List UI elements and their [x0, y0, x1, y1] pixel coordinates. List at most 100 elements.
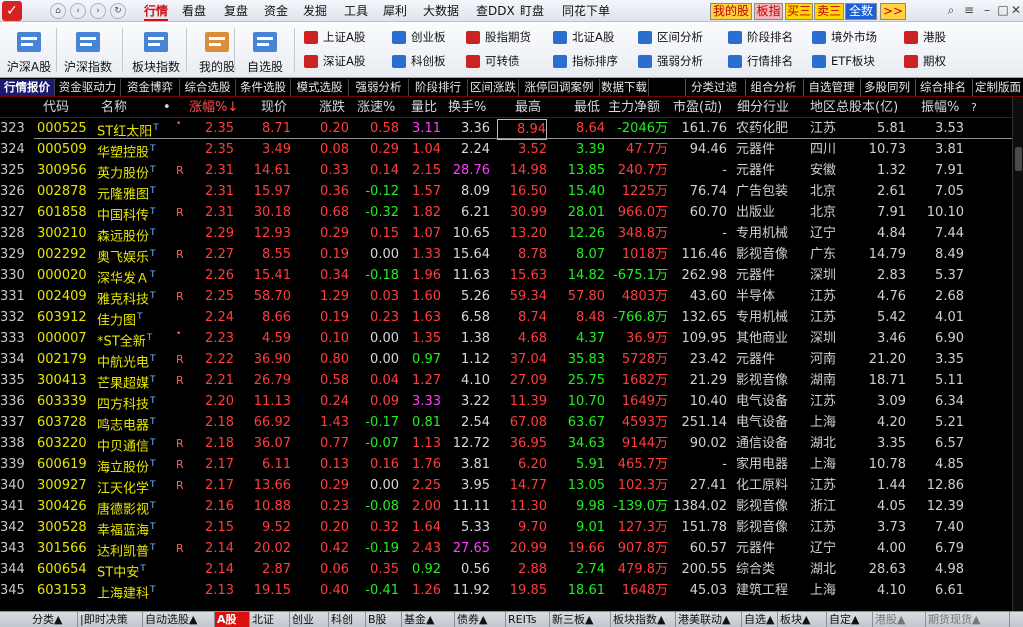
toolbar-tool-4[interactable]: 自选股: [238, 24, 292, 76]
stock-code[interactable]: 000007: [37, 329, 95, 348]
stock-name[interactable]: 华塑控股T: [97, 140, 167, 162]
table-row[interactable]: 329 002292 奥飞娱乐T R 2.27 8.55 0.19 0.00 1.33 15.64…: [0, 244, 1012, 265]
scrollbar-thumb[interactable]: [1015, 147, 1022, 171]
toolbar-item-4-1[interactable]: 强弱分析: [638, 52, 703, 71]
stock-code[interactable]: 000525: [37, 119, 95, 138]
table-row[interactable]: 328 300210 森远股份T 2.29 12.93 0.29 0.15 1.07 10.65…: [0, 223, 1012, 244]
stock-code[interactable]: 300413: [37, 371, 95, 390]
function-tab-right-0[interactable]: 分类过滤: [685, 79, 742, 96]
sheet-tab-1[interactable]: |即时决策: [78, 612, 143, 627]
menu-item-7[interactable]: 大数据: [423, 3, 459, 19]
table-row[interactable]: 327 601858 中国科传T R 2.31 30.18 0.68 -0.32 1.82 6.2…: [0, 202, 1012, 223]
table-row[interactable]: 340 300927 江天化学T R 2.17 13.66 0.29 0.00 2.25 3.95…: [0, 475, 1012, 496]
stock-name[interactable]: 唐德影视T: [97, 497, 167, 519]
stock-code[interactable]: 603220: [37, 434, 95, 453]
table-row[interactable]: 345 603153 上海建科T 2.13 19.15 0.40 -0.41 1.26 11.9…: [0, 580, 1012, 601]
toolbar-tool-0[interactable]: 沪深A股: [2, 24, 56, 76]
stock-name[interactable]: 元隆雅图T: [97, 182, 167, 204]
app-logo-icon[interactable]: ✓: [2, 1, 22, 21]
sheet-tab-9[interactable]: 债券▲: [455, 612, 506, 627]
table-row[interactable]: 323 000525 ST红太阳T • 2.35 8.71 0.20 0.58 3.11 3.36…: [0, 118, 1012, 140]
header-diff[interactable]: 涨跌: [319, 99, 345, 116]
table-row[interactable]: 342 300528 幸福蓝海T 2.15 9.52 0.20 0.32 1.64 5.33 9.…: [0, 517, 1012, 538]
menu-item-4[interactable]: 发掘: [303, 3, 327, 19]
function-tab-3[interactable]: 综合选股: [180, 79, 236, 96]
quick-button-0[interactable]: 我的股: [710, 3, 752, 20]
stock-name[interactable]: 江天化学T: [97, 476, 167, 498]
forward-icon[interactable]: ›: [90, 3, 106, 19]
quick-button-3[interactable]: 卖三: [814, 3, 844, 20]
toolbar-item-5-0[interactable]: 阶段排名: [728, 28, 793, 47]
function-tab-6[interactable]: 强弱分析: [349, 79, 409, 96]
header-price[interactable]: 现价: [261, 99, 287, 116]
stock-code[interactable]: 300956: [37, 161, 95, 180]
stock-name[interactable]: 幸福蓝海T: [97, 518, 167, 540]
toolbar-tool-1[interactable]: 沪深指数: [61, 24, 115, 76]
stock-code[interactable]: 603153: [37, 581, 95, 600]
stock-code[interactable]: 600654: [37, 560, 95, 579]
function-tab-right-3[interactable]: 多股同列: [860, 79, 913, 96]
stock-name[interactable]: 海立股份T: [97, 455, 167, 477]
function-tab-right-4[interactable]: 综合排名: [915, 79, 970, 96]
stock-code[interactable]: 600619: [37, 455, 95, 474]
table-row[interactable]: 324 000509 华塑控股T 2.35 3.49 0.08 0.29 1.04 2.24 3.…: [0, 139, 1012, 160]
header-chg[interactable]: 涨幅%↓: [189, 99, 238, 116]
menu-item-6[interactable]: 犀利: [383, 3, 407, 19]
header-net[interactable]: 主力净额: [608, 99, 660, 116]
toolbar-item-6-1[interactable]: ETF板块: [812, 52, 875, 71]
stock-name[interactable]: 深华发ＡT: [97, 266, 167, 288]
sheet-tab-7[interactable]: B股: [366, 612, 402, 627]
menu-item-10[interactable]: 同花下单: [562, 3, 610, 19]
quick-button-1[interactable]: 板指: [754, 3, 783, 20]
function-tab-7[interactable]: 阶段排行: [409, 79, 468, 96]
table-row[interactable]: 343 301566 达利凯普T R 2.14 20.02 0.42 -0.19 2.43 27.…: [0, 538, 1012, 559]
function-tab-4[interactable]: 条件选股: [236, 79, 291, 96]
stock-name[interactable]: 奥飞娱乐T: [97, 245, 167, 267]
quick-button-4[interactable]: 全数: [845, 3, 877, 20]
table-row[interactable]: 337 603728 鸣志电器T 2.18 66.92 1.43 -0.17 0.81 2.54…: [0, 412, 1012, 433]
sheet-tab-5[interactable]: 创业: [290, 612, 329, 627]
menu-item-3[interactable]: 资金: [264, 3, 288, 19]
stock-name[interactable]: ST中安T: [97, 560, 167, 582]
menu-icon[interactable]: ≡: [960, 1, 978, 19]
sheet-tab-3[interactable]: A股: [215, 612, 250, 627]
stock-code[interactable]: 300528: [37, 518, 95, 537]
header-high[interactable]: 最高: [515, 99, 541, 116]
stock-name[interactable]: 森远股份T: [97, 224, 167, 246]
toolbar-item-4-0[interactable]: 区间分析: [638, 28, 703, 47]
stock-code[interactable]: 002878: [37, 182, 95, 201]
menu-item-1[interactable]: 看盘: [182, 3, 206, 19]
close-icon[interactable]: ✕: [1007, 1, 1023, 19]
help-icon[interactable]: ?: [971, 99, 977, 116]
stock-name[interactable]: 佳力图T: [97, 308, 167, 330]
table-row[interactable]: 325 300956 英力股份T R 2.31 14.61 0.33 0.14 2.15 28.7…: [0, 160, 1012, 181]
sheet-tab-13[interactable]: 港美联动▲: [676, 612, 742, 627]
toolbar-item-1-1[interactable]: 科创板: [392, 52, 446, 71]
function-tab-right-5[interactable]: 定制版面: [972, 79, 1023, 96]
header-cap[interactable]: 总股本(亿): [836, 99, 898, 116]
toolbar-item-3-0[interactable]: 北证A股: [553, 28, 614, 47]
menu-item-8[interactable]: 查DDX: [476, 3, 515, 19]
stock-code[interactable]: 603339: [37, 392, 95, 411]
toolbar-item-6-0[interactable]: 境外市场: [812, 28, 877, 47]
home-icon[interactable]: ⌂: [50, 3, 66, 19]
toolbar-item-7-1[interactable]: 期权: [904, 52, 946, 71]
quick-button-5[interactable]: >>: [880, 3, 906, 20]
header-name[interactable]: 名称: [101, 99, 127, 116]
header-ind[interactable]: 细分行业: [737, 99, 789, 116]
stock-code[interactable]: 301566: [37, 539, 95, 558]
stock-code[interactable]: 300927: [37, 476, 95, 495]
header-low[interactable]: 最低: [574, 99, 600, 116]
table-row[interactable]: 331 002409 雅克科技T R 2.25 58.70 1.29 0.03 1.60 5.26…: [0, 286, 1012, 307]
search-icon[interactable]: ⌕: [942, 1, 960, 19]
stock-name[interactable]: 鸣志电器T: [97, 413, 167, 435]
stock-name[interactable]: 中国科传T: [97, 203, 167, 225]
header-code[interactable]: 代码: [43, 99, 69, 116]
stock-name[interactable]: 英力股份T: [97, 161, 167, 183]
sheet-tab-14[interactable]: 自选▲: [742, 612, 778, 627]
stock-code[interactable]: 603728: [37, 413, 95, 432]
toolbar-item-2-0[interactable]: 股指期货: [466, 28, 531, 47]
back-icon[interactable]: ‹: [70, 3, 86, 19]
table-row[interactable]: 334 002179 中航光电T R 2.22 36.90 0.80 0.00 0.97 1.12…: [0, 349, 1012, 370]
stock-code[interactable]: 601858: [37, 203, 95, 222]
